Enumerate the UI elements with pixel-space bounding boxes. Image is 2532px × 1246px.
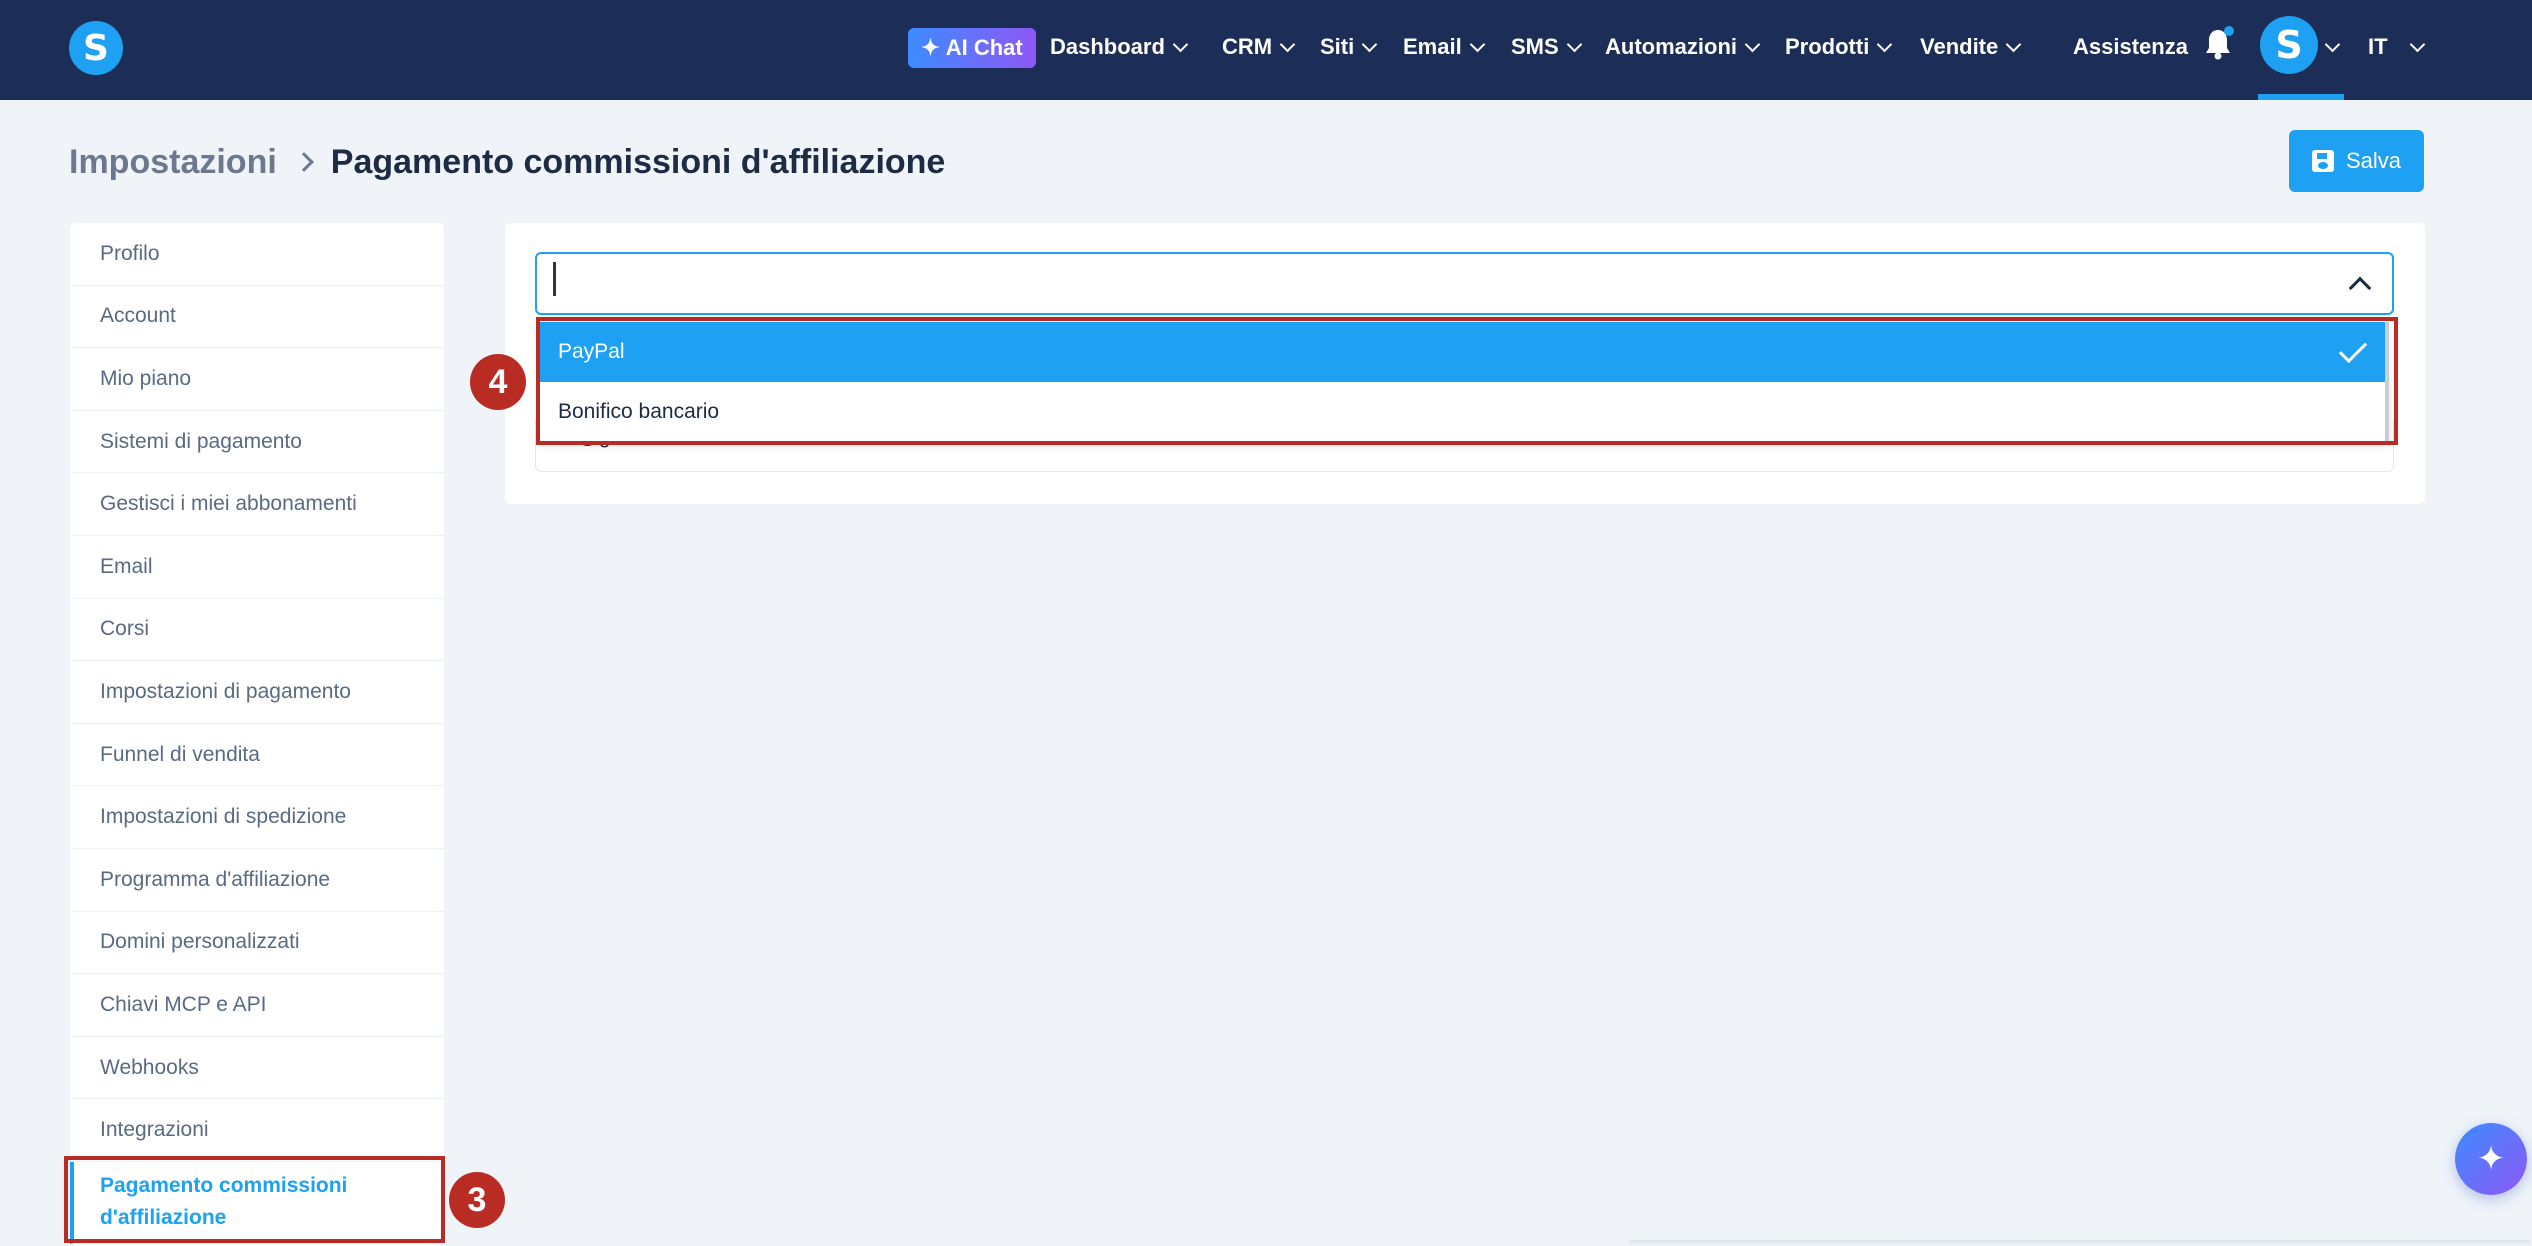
save-button[interactable]: Salva xyxy=(2289,130,2424,192)
sidebar-item-mio-piano[interactable]: Mio piano xyxy=(70,348,444,411)
sidebar-item-abbonamenti[interactable]: Gestisci i miei abbonamenti xyxy=(70,473,444,536)
sidebar-item-profilo[interactable]: Profilo xyxy=(70,223,444,286)
chevron-down-icon xyxy=(2005,36,2022,52)
chevron-down-icon xyxy=(1744,36,1761,52)
sidebar-item-webhooks[interactable]: Webhooks xyxy=(70,1037,444,1100)
breadcrumb-parent-link[interactable]: Impostazioni xyxy=(69,143,277,182)
sidebar-item-impostazioni-pagamento[interactable]: Impostazioni di pagamento xyxy=(70,661,444,724)
save-icon xyxy=(2311,150,2334,172)
nav-assistenza[interactable]: Assistenza xyxy=(2073,27,2188,67)
chevron-right-icon xyxy=(293,152,314,172)
highlight-box-step-4 xyxy=(536,317,2398,445)
sidebar-item-domini[interactable]: Domini personalizzati xyxy=(70,912,444,975)
ai-chat-label: AI Chat xyxy=(945,35,1023,60)
top-navbar: S ✦ AI Chat Dashboard CRM Siti Email SMS… xyxy=(0,0,2532,100)
sidebar-item-email[interactable]: Email xyxy=(70,536,444,599)
nav-siti[interactable]: Siti xyxy=(1320,27,1378,67)
app-logo[interactable]: S xyxy=(69,21,123,75)
highlight-box-step-3 xyxy=(64,1156,445,1243)
chevron-down-icon xyxy=(1279,36,1296,52)
settings-sidebar: Profilo Account Mio piano Sistemi di pag… xyxy=(70,223,444,1246)
sidebar-item-spedizione[interactable]: Impostazioni di spedizione xyxy=(70,786,444,849)
sparkle-icon: ✦ xyxy=(921,35,940,60)
nav-automazioni[interactable]: Automazioni xyxy=(1605,27,1761,67)
nav-crm[interactable]: CRM xyxy=(1222,27,1296,67)
sidebar-item-programma-affiliazione[interactable]: Programma d'affiliazione xyxy=(70,849,444,912)
bottom-edge-shadow xyxy=(1630,1240,2530,1246)
nav-dashboard[interactable]: Dashboard xyxy=(1050,27,1189,67)
chevron-down-icon xyxy=(1566,36,1582,52)
sidebar-item-corsi[interactable]: Corsi xyxy=(70,599,444,662)
payment-method-select[interactable] xyxy=(535,252,2394,315)
chevron-down-icon xyxy=(2409,36,2425,52)
chevron-down-icon xyxy=(1361,36,1378,52)
nav-vendite[interactable]: Vendite xyxy=(1920,27,2022,67)
page-title: Pagamento commissioni d'affiliazione xyxy=(330,142,946,181)
sidebar-item-account[interactable]: Account xyxy=(70,286,444,349)
chevron-down-icon xyxy=(2324,36,2341,52)
sidebar-item-chiavi-api[interactable]: Chiavi MCP e API xyxy=(70,974,444,1037)
nav-prodotti[interactable]: Prodotti xyxy=(1785,27,1893,67)
assistant-fab-button[interactable]: ✦ xyxy=(2455,1123,2527,1195)
notification-dot xyxy=(2224,26,2234,36)
chevron-down-icon xyxy=(1469,36,1485,52)
save-label: Salva xyxy=(2345,148,2402,173)
ai-chat-button[interactable]: ✦ AI Chat xyxy=(908,28,1036,68)
step-badge-3: 3 xyxy=(449,1172,505,1228)
nav-email[interactable]: Email xyxy=(1403,27,1485,67)
step-badge-4: 4 xyxy=(470,354,526,410)
avatar[interactable]: S xyxy=(2260,16,2318,74)
nav-sms[interactable]: SMS xyxy=(1511,27,1582,67)
sidebar-item-funnel[interactable]: Funnel di vendita xyxy=(70,724,444,787)
chevron-down-icon xyxy=(1877,36,1893,52)
sidebar-item-sistemi-di-pagamento[interactable]: Sistemi di pagamento xyxy=(70,411,444,474)
account-menu-toggle[interactable] xyxy=(2324,27,2341,67)
assistant-fab-icon: ✦ xyxy=(2476,1139,2506,1179)
language-selector[interactable]: IT xyxy=(2368,27,2425,67)
breadcrumb: Impostazioni Pagamento commissioni d'aff… xyxy=(69,138,945,186)
sidebar-item-integrazioni[interactable]: Integrazioni xyxy=(70,1099,444,1162)
text-caret xyxy=(553,262,556,296)
chevron-down-icon xyxy=(1172,36,1189,52)
active-indicator xyxy=(2258,94,2344,100)
